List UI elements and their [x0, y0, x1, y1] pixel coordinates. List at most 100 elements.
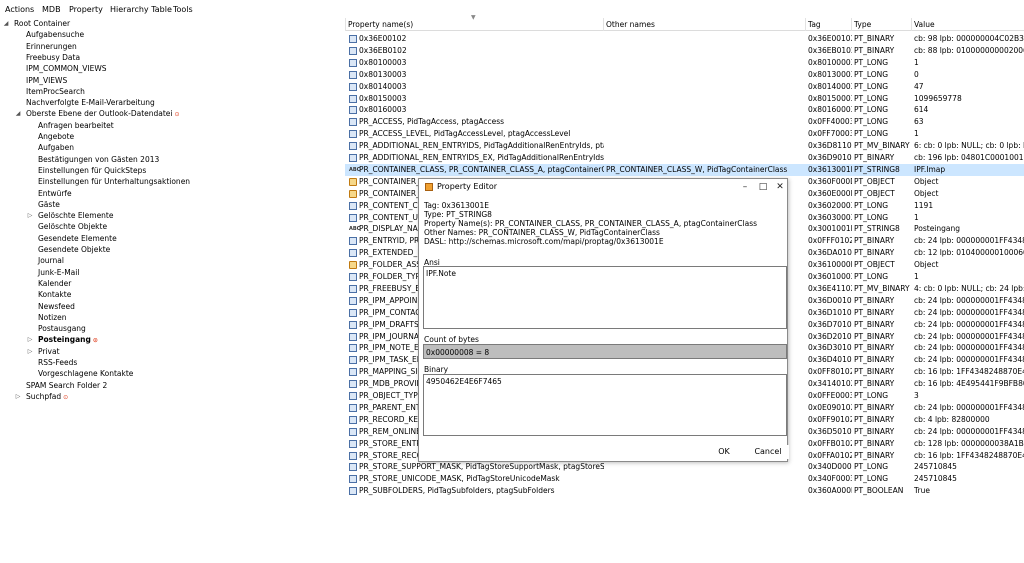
- cell-property-name: 0x80150003: [359, 93, 407, 103]
- tree-item[interactable]: Einstellungen für QuickSteps: [0, 165, 343, 176]
- tree-item[interactable]: Angebote: [0, 131, 343, 142]
- ansi-textbox[interactable]: IPF.Note: [423, 266, 787, 329]
- expand-arrow-icon[interactable]: ▷: [14, 391, 22, 402]
- tree-item[interactable]: Erinnerungen: [0, 41, 343, 52]
- tree-item[interactable]: ◢ Oberste Ebene der Outlook-Datendatei ⊙: [0, 108, 343, 119]
- table-row[interactable]: 0x80150003 0x80150003 PT_LONG 1099659778: [345, 93, 1024, 105]
- collapse-arrow-icon[interactable]: ◢: [2, 18, 10, 29]
- tree-item[interactable]: Gesendete Objekte: [0, 244, 343, 255]
- table-row[interactable]: 0x80160003 0x80160003 PT_LONG 614: [345, 104, 1024, 116]
- expand-arrow-icon[interactable]: ▷: [26, 346, 34, 357]
- cell-type: PT_LONG: [854, 474, 889, 484]
- tree-item[interactable]: ▷ Posteingang ⊙: [0, 334, 343, 345]
- cell-tag: 0x3613001E: [808, 164, 852, 174]
- close-button[interactable]: ✕: [773, 180, 787, 194]
- cell-value: cb: 16 lpb: 4E495441F9BFB80100A: [914, 379, 1024, 389]
- tree-item[interactable]: Gäste: [0, 199, 343, 210]
- table-row[interactable]: 0x80140003 0x80140003 PT_LONG 47: [345, 81, 1024, 93]
- tree-item-label: Junk-E-Mail: [38, 267, 79, 278]
- numeric-property-icon: [349, 213, 357, 222]
- tree-item[interactable]: Entwürfe: [0, 188, 343, 199]
- tree-item[interactable]: Anfragen bearbeitet: [0, 120, 343, 131]
- table-row[interactable]: PR_ADDITIONAL_REN_ENTRYIDS, PidTagAdditi…: [345, 140, 1024, 152]
- cell-value: IPF.Imap: [914, 164, 946, 174]
- tree-item[interactable]: SPAM Search Folder 2: [0, 380, 343, 391]
- cell-value: 1: [914, 272, 919, 281]
- tree-item[interactable]: Newsfeed: [0, 301, 343, 312]
- tree-item[interactable]: Journal: [0, 255, 343, 266]
- menu-item-hierarchy-table[interactable]: Hierarchy Table: [110, 5, 172, 15]
- tree-item[interactable]: Gelöschte Objekte: [0, 221, 343, 232]
- cell-other-names: [606, 93, 806, 105]
- table-row[interactable]: PR_ACCESS_LEVEL, PidTagAccessLevel, ptag…: [345, 128, 1024, 140]
- tree-item[interactable]: Kalender: [0, 278, 343, 289]
- column-header-value[interactable]: Value: [911, 18, 1024, 31]
- cell-tag: 0x0FF40003: [808, 117, 852, 127]
- tree-item[interactable]: Notizen: [0, 312, 343, 323]
- binary-property-icon: [349, 427, 357, 436]
- tree-item[interactable]: IPM_COMMON_VIEWS: [0, 63, 343, 74]
- tree-item[interactable]: Gesendete Elemente: [0, 233, 343, 244]
- tree-item-label: Kontakte: [38, 289, 71, 300]
- menu-item-actions[interactable]: Actions: [5, 5, 34, 15]
- tree-item[interactable]: ▷ Privat: [0, 346, 343, 357]
- table-row[interactable]: 0x80100003 0x80100003 PT_LONG 1: [345, 57, 1024, 69]
- tree-item[interactable]: ▷ Suchpfad ⊙: [0, 391, 343, 402]
- tree-item[interactable]: Aufgabensuche: [0, 29, 343, 40]
- binary-property-icon: [349, 237, 357, 246]
- cell-value: cb: 24 lpb: 000000001FF43482488: [914, 295, 1024, 305]
- cell-type: PT_BINARY: [854, 367, 895, 377]
- table-row[interactable]: 0x36EB0102 0x36EB0102 PT_BINARY cb: 88 lpb:…: [345, 45, 1024, 57]
- tree-item[interactable]: IPM_VIEWS: [0, 75, 343, 86]
- cell-type: PT_BINARY: [854, 248, 895, 258]
- cell-type: PT_LONG: [854, 212, 889, 222]
- table-row[interactable]: 0x36E00102 0x36E00102 PT_BINARY cb: 98 lpb:…: [345, 33, 1024, 45]
- minimize-button[interactable]: –: [738, 180, 752, 194]
- tree-item[interactable]: Nachverfolgte E-Mail-Verarbeitung: [0, 97, 343, 108]
- table-row[interactable]: PR_STORE_UNICODE_MASK, PidTagStoreUnicod…: [345, 473, 1024, 485]
- tree-item[interactable]: RSS-Feeds: [0, 357, 343, 368]
- ok-button[interactable]: OK: [703, 445, 745, 459]
- cell-value: cb: 196 lpb: 04801C000100180000: [914, 153, 1024, 162]
- column-header-property-name-s[interactable]: Property name(s): [345, 18, 603, 31]
- tree-item[interactable]: Kontakte: [0, 289, 343, 300]
- tree-item[interactable]: ▷ Gelöschte Elemente: [0, 210, 343, 221]
- expand-arrow-icon[interactable]: ▷: [26, 334, 34, 345]
- tree-item-label: RSS-Feeds: [38, 357, 77, 368]
- tree-item[interactable]: Vorgeschlagene Kontakte: [0, 368, 343, 379]
- binary-property-icon: [349, 344, 357, 353]
- tree-item[interactable]: Bestätigungen von Gästen 2013: [0, 154, 343, 165]
- cancel-button[interactable]: Cancel: [747, 445, 789, 459]
- menu-item-tools[interactable]: Tools: [173, 5, 193, 15]
- menu-item-mdb[interactable]: MDB: [42, 5, 61, 15]
- tree-item[interactable]: Einstellungen für Unterhaltungsaktionen: [0, 176, 343, 187]
- column-header-other-names[interactable]: Other names: [603, 18, 805, 31]
- binary-textbox[interactable]: 4950462E4E6F7465: [423, 374, 787, 436]
- binary-property-icon: [349, 415, 357, 424]
- table-row[interactable]: 0x80130003 0x80130003 PT_LONG 0: [345, 69, 1024, 81]
- table-row[interactable]: PR_SUBFOLDERS, PidTagSubfolders, ptagSub…: [345, 485, 1024, 497]
- maximize-button[interactable]: □: [756, 180, 770, 194]
- tree-item[interactable]: ItemProcSearch: [0, 86, 343, 97]
- cell-tag: 0x0FF80102: [808, 367, 852, 377]
- tree-item[interactable]: Postausgang: [0, 323, 343, 334]
- tree-item[interactable]: Freebusy Data: [0, 52, 343, 63]
- cell-property-name: 0x80100003: [359, 57, 407, 67]
- tree-item-label: Angebote: [38, 131, 74, 142]
- column-header-tag[interactable]: Tag: [805, 18, 851, 31]
- dialog-title-bar[interactable]: Property Editor – □ ✕: [419, 179, 787, 196]
- menu-item-property[interactable]: Property: [69, 5, 103, 15]
- collapse-arrow-icon[interactable]: ◢: [14, 108, 22, 119]
- store-marker-icon: ⊙: [92, 337, 98, 345]
- tree-item[interactable]: Aufgaben: [0, 142, 343, 153]
- type-line: Type: PT_STRING8: [424, 210, 492, 219]
- expand-arrow-icon[interactable]: ▷: [26, 210, 34, 221]
- column-header-type[interactable]: Type: [851, 18, 911, 31]
- table-row[interactable]: PR_ADDITIONAL_REN_ENTRYIDS_EX, PidTagAdd…: [345, 152, 1024, 164]
- tree-item[interactable]: ◢ Root Container: [0, 18, 343, 29]
- tree-item[interactable]: Junk-E-Mail: [0, 267, 343, 278]
- table-row[interactable]: ABC PR_CONTAINER_CLASS, PR_CONTAINER_CLAS…: [345, 163, 1024, 176]
- table-row[interactable]: PR_ACCESS, PidTagAccess, ptagAccess 0x0FF…: [345, 116, 1024, 128]
- table-row[interactable]: PR_STORE_SUPPORT_MASK, PidTagStoreSuppor…: [345, 461, 1024, 473]
- tree-item-text: Oberste Ebene der Outlook-Datendatei: [26, 109, 173, 119]
